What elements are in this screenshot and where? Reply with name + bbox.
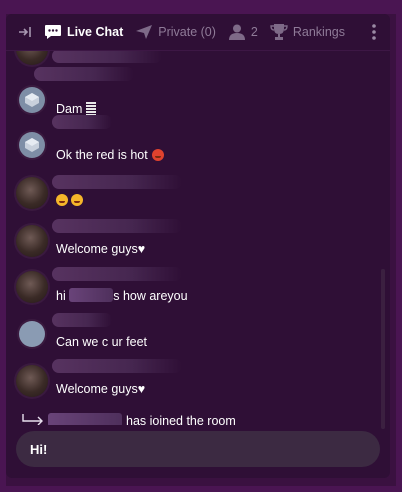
users-count: 2: [250, 25, 258, 39]
chat-tabs: Live Chat Private (0) 2 Rankings: [6, 14, 390, 51]
send-arrow-icon: [136, 25, 153, 39]
chat-input-container: [16, 431, 380, 467]
message-text: Can we c ur feet: [56, 335, 148, 349]
username-blurred[interactable]: [52, 115, 112, 129]
username-blurred[interactable]: [52, 313, 112, 327]
tab-rankings[interactable]: Rankings: [264, 14, 351, 50]
tab-users[interactable]: 2: [222, 14, 264, 50]
more-options-button[interactable]: [366, 14, 390, 50]
tab-private-label: Private (0): [158, 25, 216, 39]
scrollbar[interactable]: [381, 269, 385, 429]
default-avatar[interactable]: [19, 132, 45, 158]
chat-bubble-icon: [45, 25, 61, 39]
username-blurred[interactable]: [52, 267, 182, 281]
avatar[interactable]: [16, 271, 48, 303]
username-blurred[interactable]: [34, 67, 134, 81]
tab-live-chat[interactable]: Live Chat: [38, 14, 129, 50]
collapse-right-icon: [19, 27, 31, 37]
username-mention-blurred: [69, 288, 114, 302]
tab-rankings-label: Rankings: [292, 25, 345, 39]
username-blurred[interactable]: [52, 359, 182, 373]
tab-live-chat-label: Live Chat: [67, 25, 124, 39]
default-avatar[interactable]: [19, 321, 45, 347]
angry-face-emoji-icon: [151, 149, 164, 161]
message-list[interactable]: Dam Ok the red is hot Welcome guys♥ hi s…: [6, 51, 376, 425]
username-blurred[interactable]: [48, 413, 122, 425]
square-emoji-icon: [86, 102, 97, 115]
smiling-face-emoji-icon: [71, 194, 83, 206]
kebab-menu-icon: [372, 24, 376, 40]
message-text: [56, 193, 86, 207]
message-text: hi s how areyou: [56, 288, 188, 303]
join-text: has joined the room: [126, 414, 236, 425]
avatar-placeholder-icon: [25, 93, 39, 107]
scrollbar-thumb[interactable]: [381, 269, 385, 429]
collapse-chat-button[interactable]: [6, 14, 38, 50]
message-text: Welcome guys♥: [56, 242, 146, 256]
message-text: Dam: [56, 102, 97, 116]
tab-private[interactable]: Private (0): [129, 14, 222, 50]
user-icon: [228, 24, 245, 40]
username-blurred[interactable]: [52, 175, 182, 189]
username-blurred[interactable]: [52, 219, 182, 233]
message-text: Welcome guys♥: [56, 382, 146, 396]
trophy-icon: [270, 24, 288, 40]
avatar[interactable]: [16, 365, 48, 397]
smiling-face-emoji-icon: [56, 194, 68, 206]
join-notification: has joined the room: [22, 413, 376, 425]
avatar[interactable]: [16, 177, 48, 209]
avatar[interactable]: [16, 225, 48, 257]
chat-message-input[interactable]: [28, 440, 362, 458]
username-blurred[interactable]: [52, 51, 162, 63]
message-text: Ok the red is hot: [56, 148, 167, 162]
avatar-placeholder-icon: [25, 138, 39, 152]
default-avatar[interactable]: [19, 87, 45, 113]
chat-panel: Live Chat Private (0) 2 Rankings Dam Ok …: [6, 14, 390, 478]
enter-arrow-icon: [22, 414, 43, 425]
avatar[interactable]: [16, 51, 48, 65]
